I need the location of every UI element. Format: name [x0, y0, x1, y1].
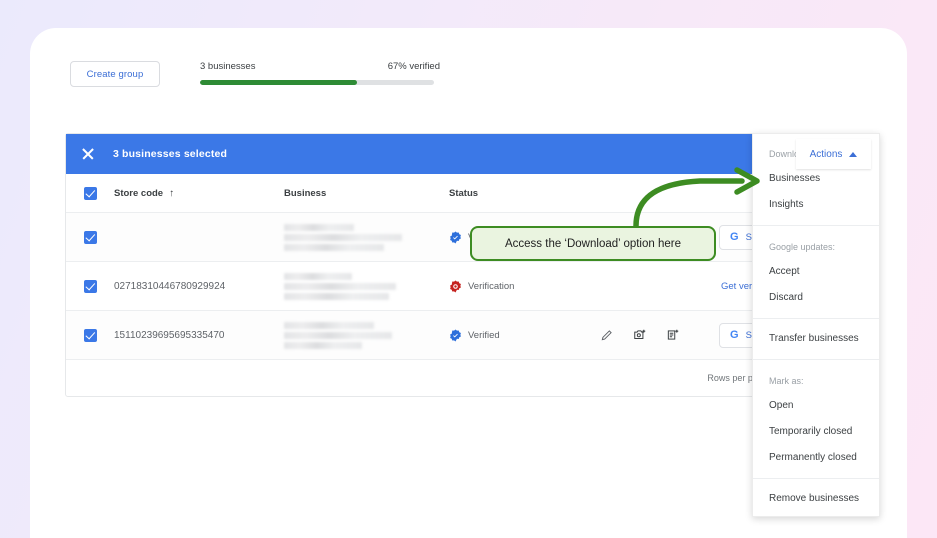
column-label-store-code: Store code: [114, 187, 164, 199]
select-all-checkbox[interactable]: [83, 186, 97, 200]
column-header-business[interactable]: Business: [284, 188, 449, 199]
cell-business-redacted: [284, 223, 449, 251]
annotation-callout-text: Access the ‘Download’ option here: [504, 237, 681, 250]
column-header-status[interactable]: Status: [449, 188, 599, 199]
cell-business-redacted: [284, 272, 449, 300]
dropdown-group-header: Google updates:: [769, 242, 836, 252]
cell-status: Verified: [449, 329, 599, 342]
table-row[interactable]: 02718310446780929924 Verification Get ve…: [66, 262, 871, 311]
selection-bar: 3 businesses selected Actions: [66, 134, 871, 174]
progress-fill: [200, 80, 357, 85]
pagination-bar: Rows per page: 10 1-3 o: [66, 360, 871, 396]
cell-business-redacted: [284, 321, 449, 349]
menu-divider: [753, 318, 879, 319]
cell-store-code: 15110239695695335470: [114, 329, 225, 341]
progress-track: [200, 80, 434, 85]
annotation-callout: Access the ‘Download’ option here: [470, 226, 716, 261]
verified-badge-icon: [450, 231, 461, 243]
cell-status: Verification: [449, 280, 599, 293]
cell-store-code: 02718310446780929924: [114, 280, 226, 292]
selection-count-label: 3 businesses selected: [113, 148, 228, 160]
edit-icon[interactable]: [599, 328, 614, 343]
row-action-icons: [599, 328, 719, 343]
verification-progress: 3 businesses 67% verified: [200, 61, 440, 85]
menu-item-businesses[interactable]: Businesses: [753, 166, 879, 192]
status-label: Verified: [468, 329, 500, 341]
close-icon[interactable]: [80, 146, 96, 162]
add-photo-icon[interactable]: [632, 328, 647, 343]
menu-item-insights[interactable]: Insights: [753, 192, 879, 218]
menu-item-permanently-closed[interactable]: Permanently closed: [753, 445, 879, 471]
menu-divider: [753, 225, 879, 226]
verification-error-icon: [450, 280, 461, 292]
menu-item-remove-businesses[interactable]: Remove businesses: [753, 486, 879, 512]
table-row[interactable]: Verified G See your: [66, 213, 871, 262]
toolbar: Create group 3 businesses 67% verified: [70, 61, 470, 101]
businesses-count-label: 3 businesses: [200, 61, 256, 72]
actions-dropdown-menu: Download: Businesses Insights Google upd…: [752, 133, 880, 517]
verified-percent-label: 67% verified: [387, 61, 440, 72]
status-label: Verification: [468, 280, 515, 292]
sort-ascending-icon: ↑: [169, 187, 175, 199]
actions-button[interactable]: Actions: [796, 139, 871, 169]
row-checkbox[interactable]: [83, 279, 97, 293]
row-checkbox[interactable]: [83, 230, 97, 244]
menu-item-open[interactable]: Open: [753, 393, 879, 419]
dropdown-group-header: Mark as:: [769, 376, 804, 386]
google-g-icon: G: [730, 328, 739, 341]
add-post-icon[interactable]: [665, 328, 680, 343]
create-group-button[interactable]: Create group: [70, 61, 160, 87]
actions-button-label: Actions: [809, 148, 843, 160]
menu-divider: [753, 478, 879, 479]
table-row[interactable]: 15110239695695335470 Verified G: [66, 311, 871, 360]
menu-divider: [753, 359, 879, 360]
menu-item-accept[interactable]: Accept: [753, 259, 879, 285]
row-checkbox[interactable]: [83, 328, 97, 342]
verified-badge-icon: [450, 329, 461, 341]
menu-item-transfer-businesses[interactable]: Transfer businesses: [753, 326, 879, 352]
menu-item-temporarily-closed[interactable]: Temporarily closed: [753, 419, 879, 445]
businesses-table: 3 businesses selected Actions Store code…: [65, 133, 872, 397]
google-g-icon: G: [730, 230, 739, 243]
chevron-up-icon: [849, 151, 858, 157]
table-header-row: Store code ↑ Business Status: [66, 174, 871, 213]
menu-item-discard[interactable]: Discard: [753, 285, 879, 311]
column-header-store-code[interactable]: Store code ↑: [114, 188, 284, 199]
